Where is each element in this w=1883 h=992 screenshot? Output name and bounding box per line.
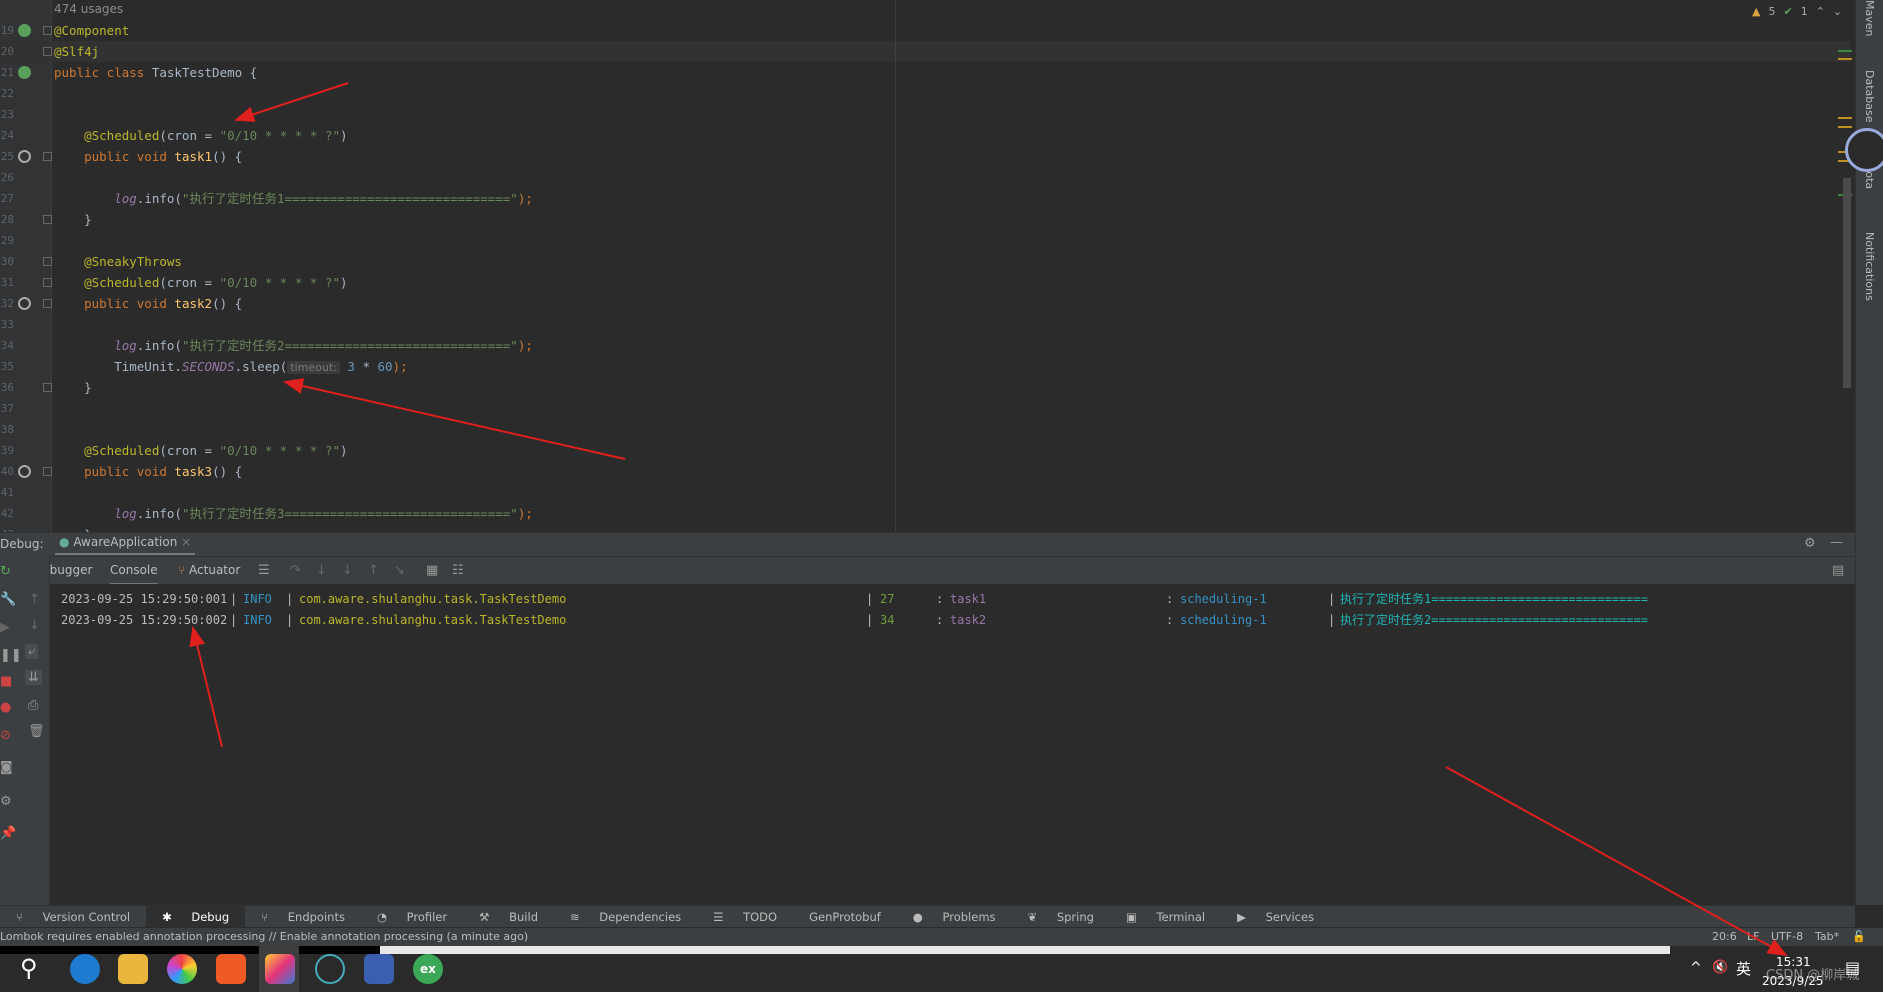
- arrow-to-timestamp: [189, 626, 223, 748]
- annotation-arrows: [189, 82, 1788, 956]
- arrow-to-clock: [1445, 766, 1788, 956]
- arrow-to-cron: [234, 82, 349, 122]
- arrow-to-sleep: [283, 378, 626, 460]
